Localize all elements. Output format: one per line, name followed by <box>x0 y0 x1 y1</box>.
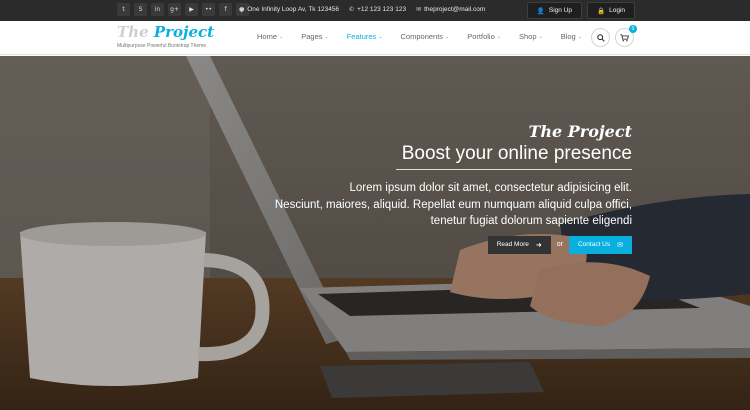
arrow-right-icon: ➜ <box>535 240 542 249</box>
chevron-down-icon: ⌄ <box>538 33 543 40</box>
hero-headline: Boost your online presence <box>401 143 632 164</box>
or-text: or <box>556 241 563 248</box>
nav-item-shop[interactable]: Shop ⌄ <box>519 32 543 41</box>
envelope-icon: ✉ <box>617 240 623 249</box>
nav-item-pages[interactable]: Pages ⌄ <box>301 32 328 41</box>
skype-icon[interactable]: S <box>134 3 147 16</box>
user-icon: 👤 <box>536 6 545 15</box>
chevron-down-icon: ⌄ <box>445 33 450 40</box>
read-more-label: Read More <box>496 241 529 248</box>
email-text: theproject@mail.com <box>424 6 486 13</box>
hero-content: The Project Boost your online presence L… <box>275 122 632 254</box>
contact-us-button[interactable]: Contact Us ✉ <box>568 235 632 254</box>
chevron-down-icon: ⌄ <box>577 33 582 40</box>
chevron-down-icon: ⌄ <box>496 33 501 40</box>
contact-info: ● One Infinity Loop Av, Tk 123456 ✆ +12 … <box>239 6 485 13</box>
nav-item-blog[interactable]: Blog ⌄ <box>561 32 582 41</box>
address-text: One Infinity Loop Av, Tk 123456 <box>247 6 340 13</box>
phone-text: +12 123 123 123 <box>357 6 407 13</box>
chevron-down-icon: ⌄ <box>279 33 284 40</box>
lock-icon: 🔒 <box>597 6 606 15</box>
read-more-button[interactable]: Read More ➜ <box>487 235 551 254</box>
nav-label: Home <box>257 32 278 41</box>
nav-item-portfolio[interactable]: Portfolio ⌄ <box>467 32 501 41</box>
chevron-down-icon: ⌄ <box>324 33 329 40</box>
nav-label: Blog <box>560 32 576 41</box>
nav-label: Shop <box>518 32 537 41</box>
hero-brand: The Project <box>528 122 632 141</box>
hero-line: tenetur fugiat dolorum sapiente eligendi <box>430 215 632 227</box>
auth-buttons: 👤 Sign Up 🔒 Login <box>526 2 635 19</box>
sign-up-label: Sign Up <box>548 7 572 14</box>
address-item: ● One Infinity Loop Av, Tk 123456 <box>239 6 339 13</box>
hero-line: Lorem ipsum dolor sit amet, consectetur … <box>349 182 632 194</box>
top-bar: t S in g+ ▶ •• f p ● One Infinity Loop A… <box>0 0 750 21</box>
hero-line: Nesciunt, maiores, aliquid. Repellat eum… <box>274 198 632 211</box>
main-nav: Home ⌄ Pages ⌄ Features ⌄ Components ⌄ P… <box>257 32 600 41</box>
nav-label: Components <box>400 32 444 41</box>
shopping-cart-icon <box>620 33 629 41</box>
sign-up-button[interactable]: 👤 Sign Up <box>526 2 582 19</box>
main-header: The Project Multipurpose Powerful Bootst… <box>0 21 750 55</box>
email-link[interactable]: ✉ theproject@mail.com <box>416 6 485 13</box>
youtube-icon[interactable]: ▶ <box>185 3 198 16</box>
flickr-icon[interactable]: •• <box>202 3 215 16</box>
login-button[interactable]: 🔒 Login <box>587 2 635 19</box>
contact-us-label: Contact Us <box>577 241 611 248</box>
nav-item-components[interactable]: Components ⌄ <box>401 32 450 41</box>
hero-divider <box>396 169 632 170</box>
facebook-icon[interactable]: f <box>219 3 232 16</box>
nav-item-home[interactable]: Home ⌄ <box>257 32 283 41</box>
google-plus-icon[interactable]: g+ <box>168 3 181 16</box>
envelope-icon: ✉ <box>416 6 422 13</box>
logo-project: Project <box>153 23 215 41</box>
search-button[interactable] <box>591 28 610 47</box>
map-marker-icon: ● <box>239 6 245 13</box>
twitter-icon[interactable]: t <box>117 3 130 16</box>
cart-button[interactable]: 0 <box>615 25 637 47</box>
phone-icon: ✆ <box>349 6 355 13</box>
phone-item: ✆ +12 123 123 123 <box>349 6 406 13</box>
nav-item-features[interactable]: Features ⌄ <box>347 32 383 41</box>
linkedin-icon[interactable]: in <box>151 3 164 16</box>
cart-count-badge: 0 <box>629 25 637 33</box>
logo-the: The <box>117 23 149 41</box>
hero-banner: The Project Boost your online presence L… <box>0 56 750 410</box>
logo[interactable]: The Project Multipurpose Powerful Bootst… <box>117 23 214 49</box>
nav-label: Features <box>346 32 377 41</box>
login-label: Login <box>609 7 625 14</box>
hero-description: Lorem ipsum dolor sit amet, consectetur … <box>275 180 632 230</box>
nav-label: Pages <box>301 32 323 41</box>
social-links: t S in g+ ▶ •• f p <box>117 3 249 16</box>
chevron-down-icon: ⌄ <box>378 33 383 40</box>
tagline: Multipurpose Powerful Bootstrap Theme <box>117 43 207 49</box>
search-icon <box>596 33 605 42</box>
nav-label: Portfolio <box>467 32 495 41</box>
hero-actions: Read More ➜ or Contact Us ✉ <box>275 235 632 254</box>
